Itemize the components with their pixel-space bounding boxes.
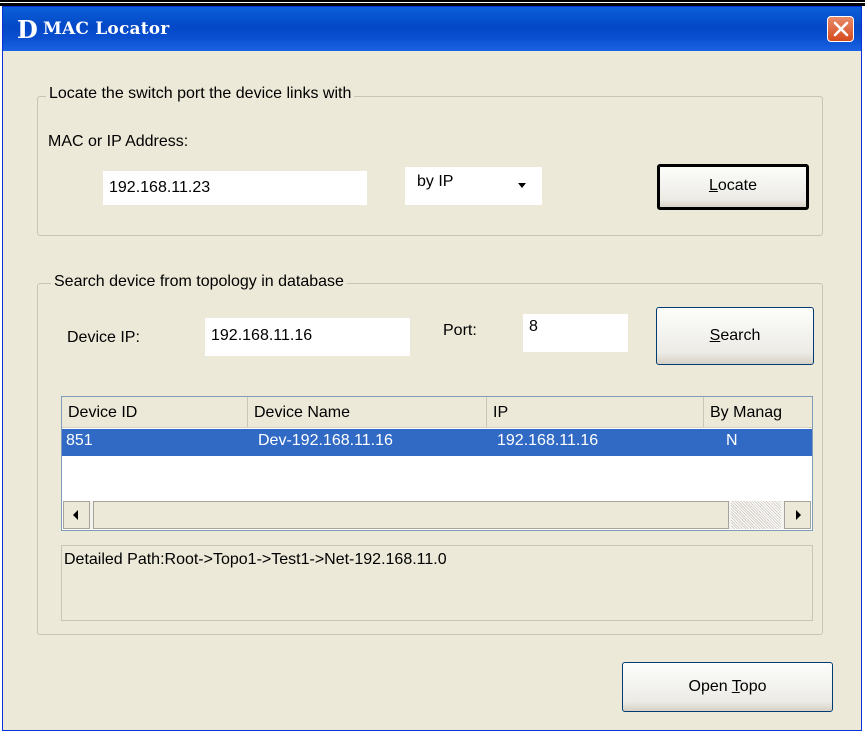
port-value: 8 — [529, 318, 538, 335]
open-topo-button-label: Open Topo — [688, 678, 767, 695]
cell-device-name: Dev-192.168.11.16 — [258, 432, 393, 449]
horizontal-scrollbar[interactable] — [63, 501, 811, 529]
column-header-device-name[interactable]: Device Name — [248, 397, 487, 427]
column-header-device-id[interactable]: Device ID — [62, 397, 248, 427]
search-button[interactable]: Search — [656, 307, 814, 365]
close-button[interactable] — [827, 16, 854, 42]
open-topo-button[interactable]: Open Topo — [622, 662, 833, 712]
search-group-legend: Search device from topology in database — [51, 273, 347, 291]
column-header-by-manag[interactable]: By Manag — [704, 397, 812, 427]
locate-group-legend: Locate the switch port the device links … — [46, 85, 355, 103]
device-ip-label: Device IP: — [67, 329, 140, 346]
locate-button-label: Locate — [708, 177, 758, 194]
port-input[interactable]: 8 — [523, 314, 628, 352]
arrow-left-icon — [73, 510, 78, 520]
scroll-track[interactable] — [731, 501, 781, 529]
arrow-right-icon — [796, 510, 801, 520]
cell-ip: 192.168.11.16 — [497, 432, 599, 449]
close-icon — [833, 21, 849, 37]
list-header: Device ID Device Name IP By Manag — [62, 397, 812, 428]
scroll-thumb[interactable] — [93, 501, 729, 529]
column-header-ip[interactable]: IP — [487, 397, 704, 427]
address-mode-select[interactable]: by IP — [405, 167, 542, 205]
window-title: MAC Locator — [43, 19, 170, 39]
detailed-path-box: Detailed Path:Root->Topo1->Test1->Net-19… — [61, 545, 813, 621]
mac-locator-dialog: D MAC Locator Locate the switch port the… — [2, 6, 862, 731]
dlink-logo: D — [17, 15, 38, 44]
cell-device-id: 851 — [66, 432, 93, 449]
detailed-path-text: Detailed Path:Root->Topo1->Test1->Net-19… — [64, 551, 447, 568]
search-button-label: Search — [709, 327, 761, 344]
device-ip-value: 192.168.11.16 — [211, 327, 313, 344]
address-label: MAC or IP Address: — [48, 133, 189, 150]
address-mode-value: by IP — [417, 173, 454, 190]
outer-frame-line — [0, 2, 865, 3]
scroll-right-button[interactable] — [784, 501, 811, 529]
dropdown-arrow-icon — [518, 183, 526, 188]
title-bar[interactable]: D MAC Locator — [3, 7, 861, 51]
device-ip-input[interactable]: 192.168.11.16 — [205, 318, 410, 356]
scroll-left-button[interactable] — [63, 501, 90, 529]
port-label: Port: — [443, 322, 477, 339]
address-input-value: 192.168.11.23 — [109, 179, 211, 196]
device-list[interactable]: Device ID Device Name IP By Manag 851 De… — [61, 396, 813, 531]
locate-button[interactable]: Locate — [657, 164, 809, 210]
address-input[interactable]: 192.168.11.23 — [103, 171, 367, 205]
table-row[interactable]: 851 Dev-192.168.11.16 192.168.11.16 N — [62, 429, 812, 456]
cell-by-manag: N — [726, 432, 738, 449]
